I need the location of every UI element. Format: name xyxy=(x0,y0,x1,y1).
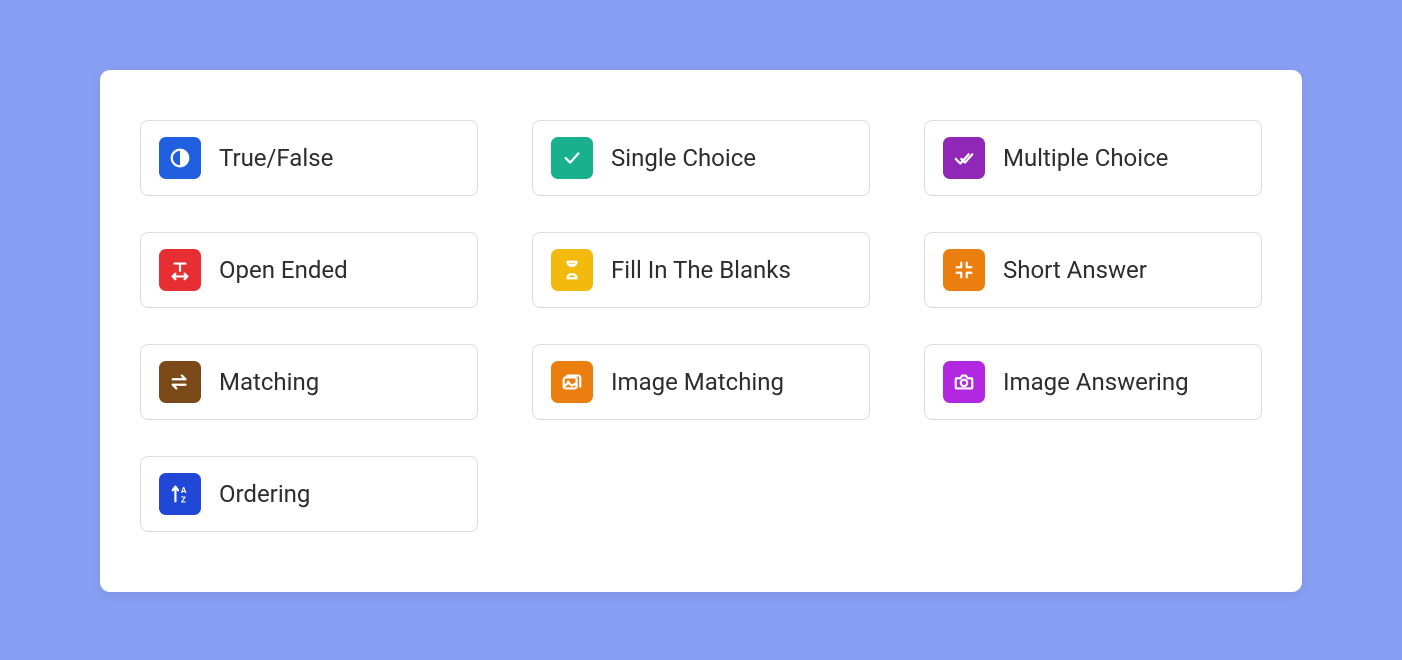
question-type-label: Ordering xyxy=(219,480,310,508)
swap-icon xyxy=(159,361,201,403)
question-type-image-matching[interactable]: Image Matching xyxy=(532,344,870,420)
question-type-matching[interactable]: Matching xyxy=(140,344,478,420)
question-type-true-false[interactable]: True/False xyxy=(140,120,478,196)
question-type-fill-blanks[interactable]: Fill In The Blanks xyxy=(532,232,870,308)
question-type-label: Fill In The Blanks xyxy=(611,256,791,284)
question-type-label: True/False xyxy=(219,144,333,172)
svg-text:Z: Z xyxy=(181,495,186,505)
question-type-label: Image Matching xyxy=(611,368,784,396)
question-type-panel: True/False Single Choice Multiple Choice Op… xyxy=(100,70,1302,592)
question-type-label: Open Ended xyxy=(219,256,348,284)
check-icon xyxy=(551,137,593,179)
question-type-grid: True/False Single Choice Multiple Choice Op… xyxy=(140,120,1262,532)
question-type-single-choice[interactable]: Single Choice xyxy=(532,120,870,196)
question-type-label: Image Answering xyxy=(1003,368,1189,396)
circle-half-icon xyxy=(159,137,201,179)
sort-az-icon: AZ xyxy=(159,473,201,515)
question-type-ordering[interactable]: AZ Ordering xyxy=(140,456,478,532)
check-double-icon xyxy=(943,137,985,179)
camera-icon xyxy=(943,361,985,403)
question-type-label: Short Answer xyxy=(1003,256,1147,284)
question-type-label: Multiple Choice xyxy=(1003,144,1168,172)
hourglass-icon xyxy=(551,249,593,291)
text-width-icon xyxy=(159,249,201,291)
images-icon xyxy=(551,361,593,403)
question-type-label: Matching xyxy=(219,368,319,396)
question-type-short-answer[interactable]: Short Answer xyxy=(924,232,1262,308)
question-type-open-ended[interactable]: Open Ended xyxy=(140,232,478,308)
question-type-label: Single Choice xyxy=(611,144,756,172)
question-type-multiple-choice[interactable]: Multiple Choice xyxy=(924,120,1262,196)
question-type-image-answering[interactable]: Image Answering xyxy=(924,344,1262,420)
compress-icon xyxy=(943,249,985,291)
